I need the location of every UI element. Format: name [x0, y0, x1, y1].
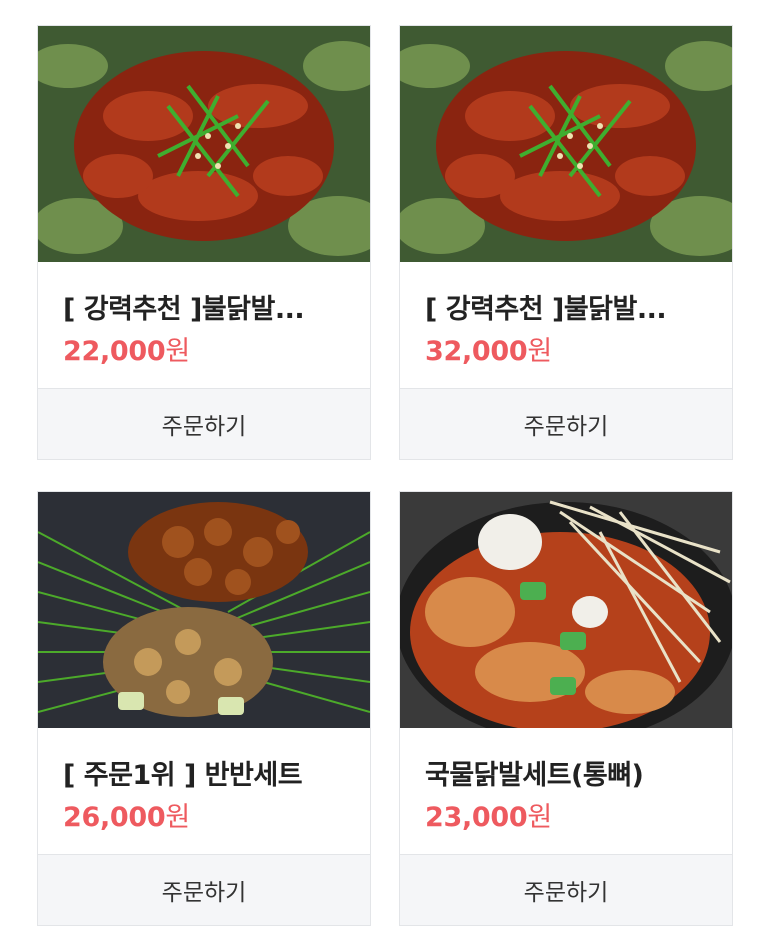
product-info: 국물닭발세트(통뼈) 23,000원: [400, 728, 732, 854]
price-amount: 32,000: [425, 336, 528, 367]
product-title[interactable]: [ 주문1위 ] 반반세트: [63, 753, 353, 792]
product-card[interactable]: [ 주문1위 ] 반반세트 26,000원 주문하기: [37, 491, 371, 926]
product-image[interactable]: [38, 492, 370, 728]
order-button[interactable]: 주문하기: [400, 388, 732, 459]
product-price: 32,000원: [425, 329, 552, 368]
order-button[interactable]: 주문하기: [38, 388, 370, 459]
product-price: 26,000원: [63, 795, 190, 834]
price-currency: 원: [165, 336, 190, 367]
product-price: 23,000원: [425, 795, 552, 834]
price-currency: 원: [527, 336, 552, 367]
product-image[interactable]: [38, 26, 370, 262]
product-info: [ 강력추천 ]불닭발... 22,000원: [38, 262, 370, 388]
price-currency: 원: [165, 802, 190, 833]
product-card[interactable]: [ 강력추천 ]불닭발... 32,000원 주문하기: [399, 25, 733, 460]
product-title[interactable]: 국물닭발세트(통뼈): [425, 753, 715, 792]
order-button[interactable]: 주문하기: [38, 854, 370, 925]
product-info: [ 주문1위 ] 반반세트 26,000원: [38, 728, 370, 854]
price-amount: 23,000: [425, 802, 528, 833]
product-info: [ 강력추천 ]불닭발... 32,000원: [400, 262, 732, 388]
price-amount: 26,000: [63, 802, 166, 833]
product-price: 22,000원: [63, 329, 190, 368]
product-image[interactable]: [400, 26, 732, 262]
price-amount: 22,000: [63, 336, 166, 367]
product-title[interactable]: [ 강력추천 ]불닭발...: [425, 287, 715, 326]
product-card[interactable]: 국물닭발세트(통뼈) 23,000원 주문하기: [399, 491, 733, 926]
product-card[interactable]: [ 강력추천 ]불닭발... 22,000원 주문하기: [37, 25, 371, 460]
order-button[interactable]: 주문하기: [400, 854, 732, 925]
price-currency: 원: [527, 802, 552, 833]
product-title[interactable]: [ 강력추천 ]불닭발...: [63, 287, 353, 326]
product-image[interactable]: [400, 492, 732, 728]
